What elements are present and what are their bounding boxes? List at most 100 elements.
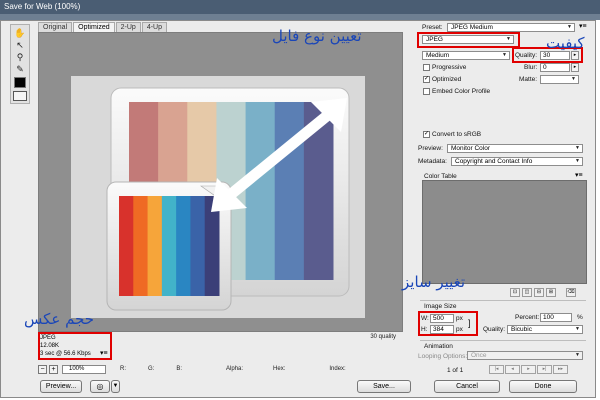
preview-image (71, 76, 365, 318)
progressive-label: Progressive (432, 64, 467, 71)
next-frame-icon[interactable]: ▸| (537, 365, 552, 374)
color-table[interactable] (422, 180, 587, 284)
matte-label: Matte: (519, 76, 538, 83)
new-color-icon[interactable]: ⊞ (546, 288, 556, 297)
blur-slider-button[interactable]: ▸ (571, 63, 579, 72)
annotation-resize: تغییر سایز (402, 273, 466, 291)
tab-original[interactable]: Original (38, 22, 73, 32)
first-frame-icon[interactable]: |◂ (489, 365, 504, 374)
stripe (161, 196, 177, 296)
preview-area[interactable]: 30 quality (38, 32, 403, 340)
stat-b: B: (176, 366, 183, 372)
view-tabs: Original Optimized 2-Up 4-Up (38, 22, 168, 32)
tab-4up[interactable]: 4-Up (141, 22, 168, 32)
format-highlight (417, 32, 520, 48)
tab-optimized[interactable]: Optimized (73, 22, 115, 32)
blur-input[interactable]: 0 (540, 63, 570, 72)
save-for-web-illustration (106, 87, 350, 311)
chevron-down-icon[interactable]: ▼ (111, 380, 120, 393)
chevron-down-icon: ▼ (575, 145, 580, 151)
optimized-checkbox[interactable]: ✓ (423, 76, 430, 83)
toggle-slices-icon[interactable] (13, 91, 27, 101)
stat-alpha: Alpha: (226, 366, 244, 372)
play-icon[interactable]: ▸ (521, 365, 536, 374)
done-button[interactable]: Done (509, 380, 577, 393)
eyedropper-icon[interactable]: ✎ (13, 63, 27, 75)
preset-select[interactable]: JPEG Medium ▼ (447, 23, 575, 32)
srgb-checkbox[interactable]: ✓ (423, 131, 430, 138)
chevron-down-icon: ▼ (575, 158, 580, 164)
prev-frame-icon[interactable]: ◂ (505, 365, 520, 374)
save-button[interactable]: Save... (357, 380, 411, 393)
stripe (133, 196, 149, 296)
animation-title: Animation (424, 343, 453, 350)
metadata-label: Metadata: (418, 158, 447, 165)
percent-label: Percent: (515, 314, 540, 321)
chevron-down-icon: ▼ (502, 52, 507, 58)
image-size-highlight (38, 332, 112, 360)
tab-2up[interactable]: 2-Up (115, 22, 141, 32)
stripe (176, 196, 191, 296)
looping-select[interactable]: Once ▼ (467, 351, 583, 360)
resize-highlight (418, 311, 478, 336)
progressive-checkbox[interactable] (423, 64, 430, 71)
looping-value: Once (471, 352, 487, 359)
resample-quality-label: Quality: (483, 326, 506, 333)
zoom-icon[interactable]: ⚲ (13, 51, 27, 63)
zoom-out-button[interactable]: − (38, 365, 47, 374)
embed-profile-checkbox[interactable] (423, 88, 430, 95)
stripe (274, 102, 305, 280)
settings-menu-icon[interactable]: ▾≡ (579, 22, 587, 30)
matte-select[interactable]: ▼ (540, 75, 579, 84)
metadata-select[interactable]: Copyright and Contact Info ▼ (451, 157, 583, 166)
tools-panel: ✋ ↖ ⚲ ✎ (10, 24, 30, 104)
small-stripes (119, 196, 220, 296)
stat-r: R: (120, 366, 126, 372)
map-color-icon[interactable]: ⊡ (510, 288, 520, 297)
image-size-title: Image Size (424, 303, 457, 310)
stat-index: Index: (329, 366, 346, 372)
color-table-label: Color Table (424, 173, 457, 180)
stripe (190, 196, 206, 296)
optimized-label: Optimized (432, 76, 462, 83)
percent-input[interactable]: 100 (540, 313, 572, 322)
trash-icon[interactable]: ⌫ (566, 288, 576, 297)
preview-color-select[interactable]: Monitor Color ▼ (447, 144, 583, 153)
color-table-menu-icon[interactable]: ▾≡ (575, 171, 583, 179)
embed-profile-label: Embed Color Profile (432, 88, 491, 95)
quality-level-value: Medium (426, 52, 450, 59)
stripe (119, 196, 134, 296)
resample-quality-select[interactable]: Bicubic ▼ (507, 325, 583, 334)
preset-value: JPEG Medium (451, 24, 493, 31)
hand-icon[interactable]: ✋ (13, 27, 27, 39)
annotation-quality: کیفیت (546, 34, 585, 52)
zoom-in-button[interactable]: + (49, 365, 58, 374)
window-title: Save for Web (100%) (0, 0, 600, 14)
stripe (147, 196, 163, 296)
browser-icon[interactable]: ◎ (90, 380, 110, 393)
resample-quality-value: Bicubic (511, 326, 532, 333)
chevron-down-icon: ▼ (575, 326, 580, 332)
chevron-down-icon: ▼ (575, 352, 580, 358)
preview-color-value: Monitor Color (451, 145, 491, 152)
quality-note: 30 quality (370, 334, 396, 340)
cancel-button[interactable]: Cancel (434, 380, 500, 393)
srgb-label: Convert to sRGB (432, 131, 482, 138)
slice-select-icon[interactable]: ↖ (13, 39, 27, 51)
annotation-file-type: تعیین نوع فایل (272, 27, 362, 45)
web-shift-icon[interactable]: ◫ (522, 288, 532, 297)
chevron-down-icon: ▼ (567, 24, 572, 30)
last-frame-icon[interactable]: ▸▸ (553, 365, 568, 374)
lock-color-icon[interactable]: ⊟ (534, 288, 544, 297)
blur-label: Blur: (524, 64, 538, 71)
quality-level-select[interactable]: Medium ▼ (422, 51, 510, 60)
chevron-down-icon: ▼ (571, 76, 576, 82)
stripe (245, 102, 276, 280)
color-swatch[interactable] (14, 77, 26, 88)
preset-label: Preset: (422, 24, 443, 31)
looping-label: Looping Options: (418, 353, 468, 360)
percent-unit: % (577, 314, 583, 321)
preview-button[interactable]: Preview... (40, 380, 82, 393)
frame-counter: 1 of 1 (447, 367, 464, 374)
zoom-select[interactable]: 100% (62, 365, 106, 374)
